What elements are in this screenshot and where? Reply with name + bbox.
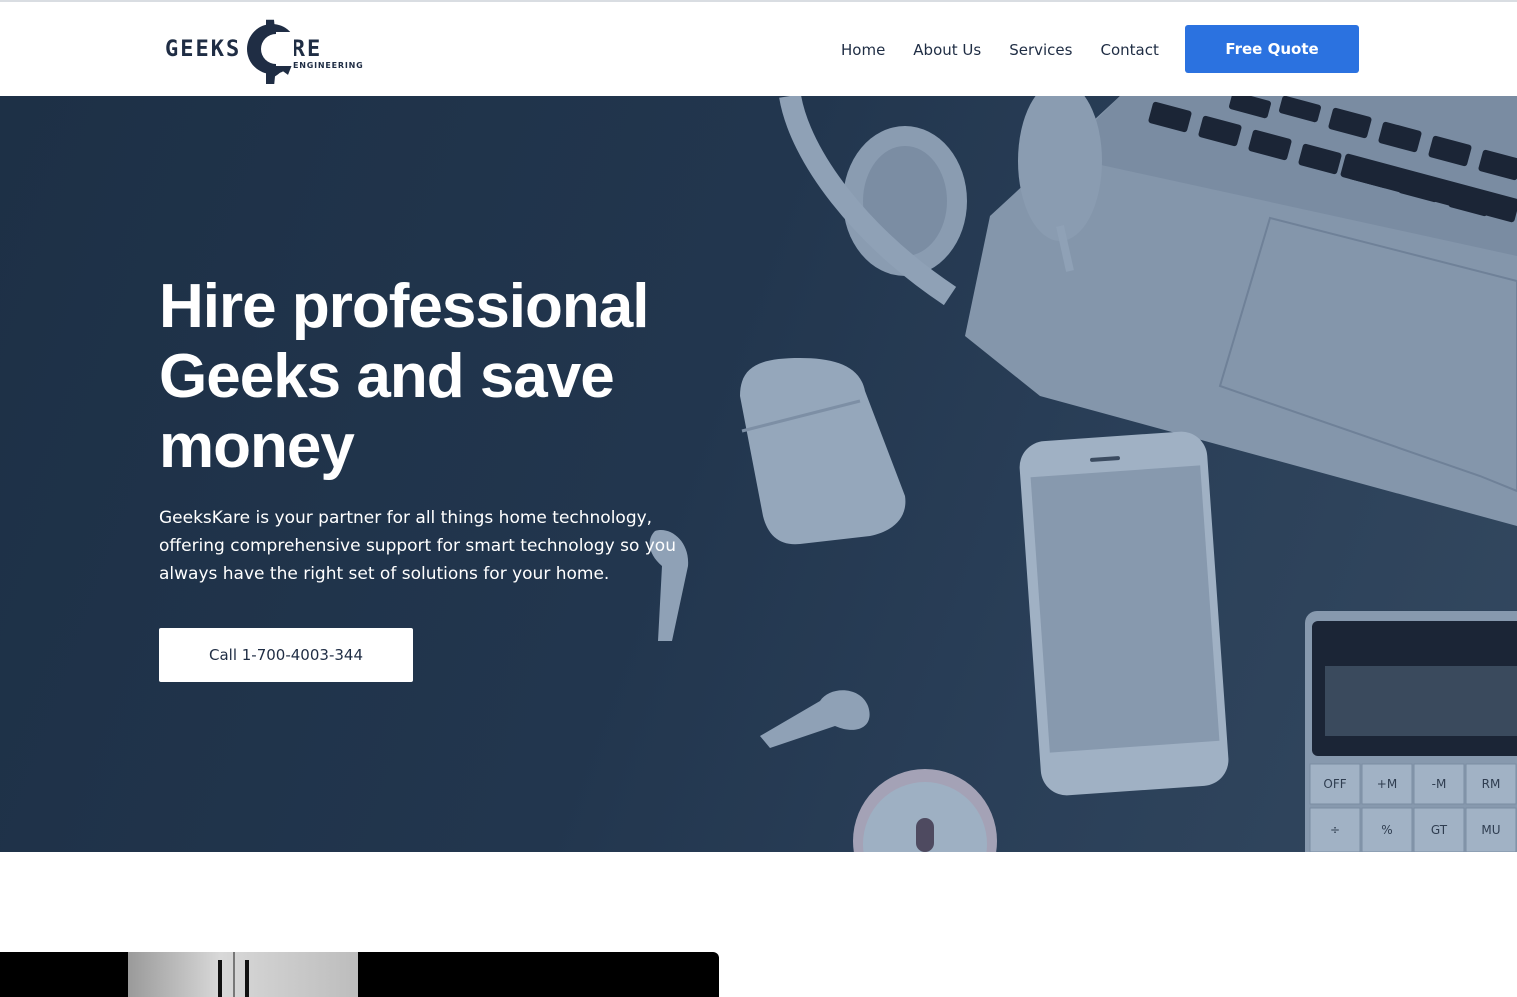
hero-title: Hire professional Geeks and save money: [159, 272, 649, 481]
main-nav: Home About Us Services Contact: [841, 38, 1159, 62]
calc-key: ÷: [1330, 823, 1340, 837]
logo-word-left: GEEKS: [165, 37, 242, 62]
nav-contact[interactable]: Contact: [1100, 41, 1158, 59]
calc-key: GT: [1431, 823, 1448, 837]
calculator-illustration: OFF +M -M RM ÷ % GT MU: [1305, 611, 1517, 852]
earbuds-case-illustration: [740, 358, 906, 545]
mouse-illustration: [853, 769, 997, 852]
logo[interactable]: GEEKSKARE ENGINEERING: [165, 14, 363, 86]
hero-section: OFF +M -M RM ÷ % GT MU Hire professional…: [0, 96, 1517, 852]
call-button[interactable]: Call 1-700-4003-344: [159, 628, 413, 682]
earbuds-illustration: [649, 530, 870, 748]
logo-tagline: ENGINEERING: [293, 61, 364, 70]
calc-key: +M: [1377, 777, 1397, 791]
calc-key: OFF: [1323, 777, 1346, 791]
calc-key: -M: [1432, 777, 1447, 791]
free-quote-button[interactable]: Free Quote: [1185, 25, 1359, 73]
hero-description: GeeksKare is your partner for all things…: [159, 508, 676, 584]
site-header: GEEKSKARE ENGINEERING Home About Us Serv…: [0, 2, 1517, 96]
section-image: [0, 952, 719, 997]
nav-home[interactable]: Home: [841, 41, 885, 59]
calc-key: RM: [1482, 777, 1501, 791]
nav-about-us[interactable]: About Us: [913, 41, 981, 59]
calc-key: MU: [1481, 823, 1500, 837]
refrigerator-door-image: [128, 952, 358, 997]
gear-icon: [247, 19, 294, 84]
logo-wordmark: GEEKSKARE: [165, 37, 322, 62]
nav-services[interactable]: Services: [1009, 41, 1072, 59]
phone-illustration: [1019, 431, 1229, 796]
calc-key: %: [1381, 823, 1392, 837]
